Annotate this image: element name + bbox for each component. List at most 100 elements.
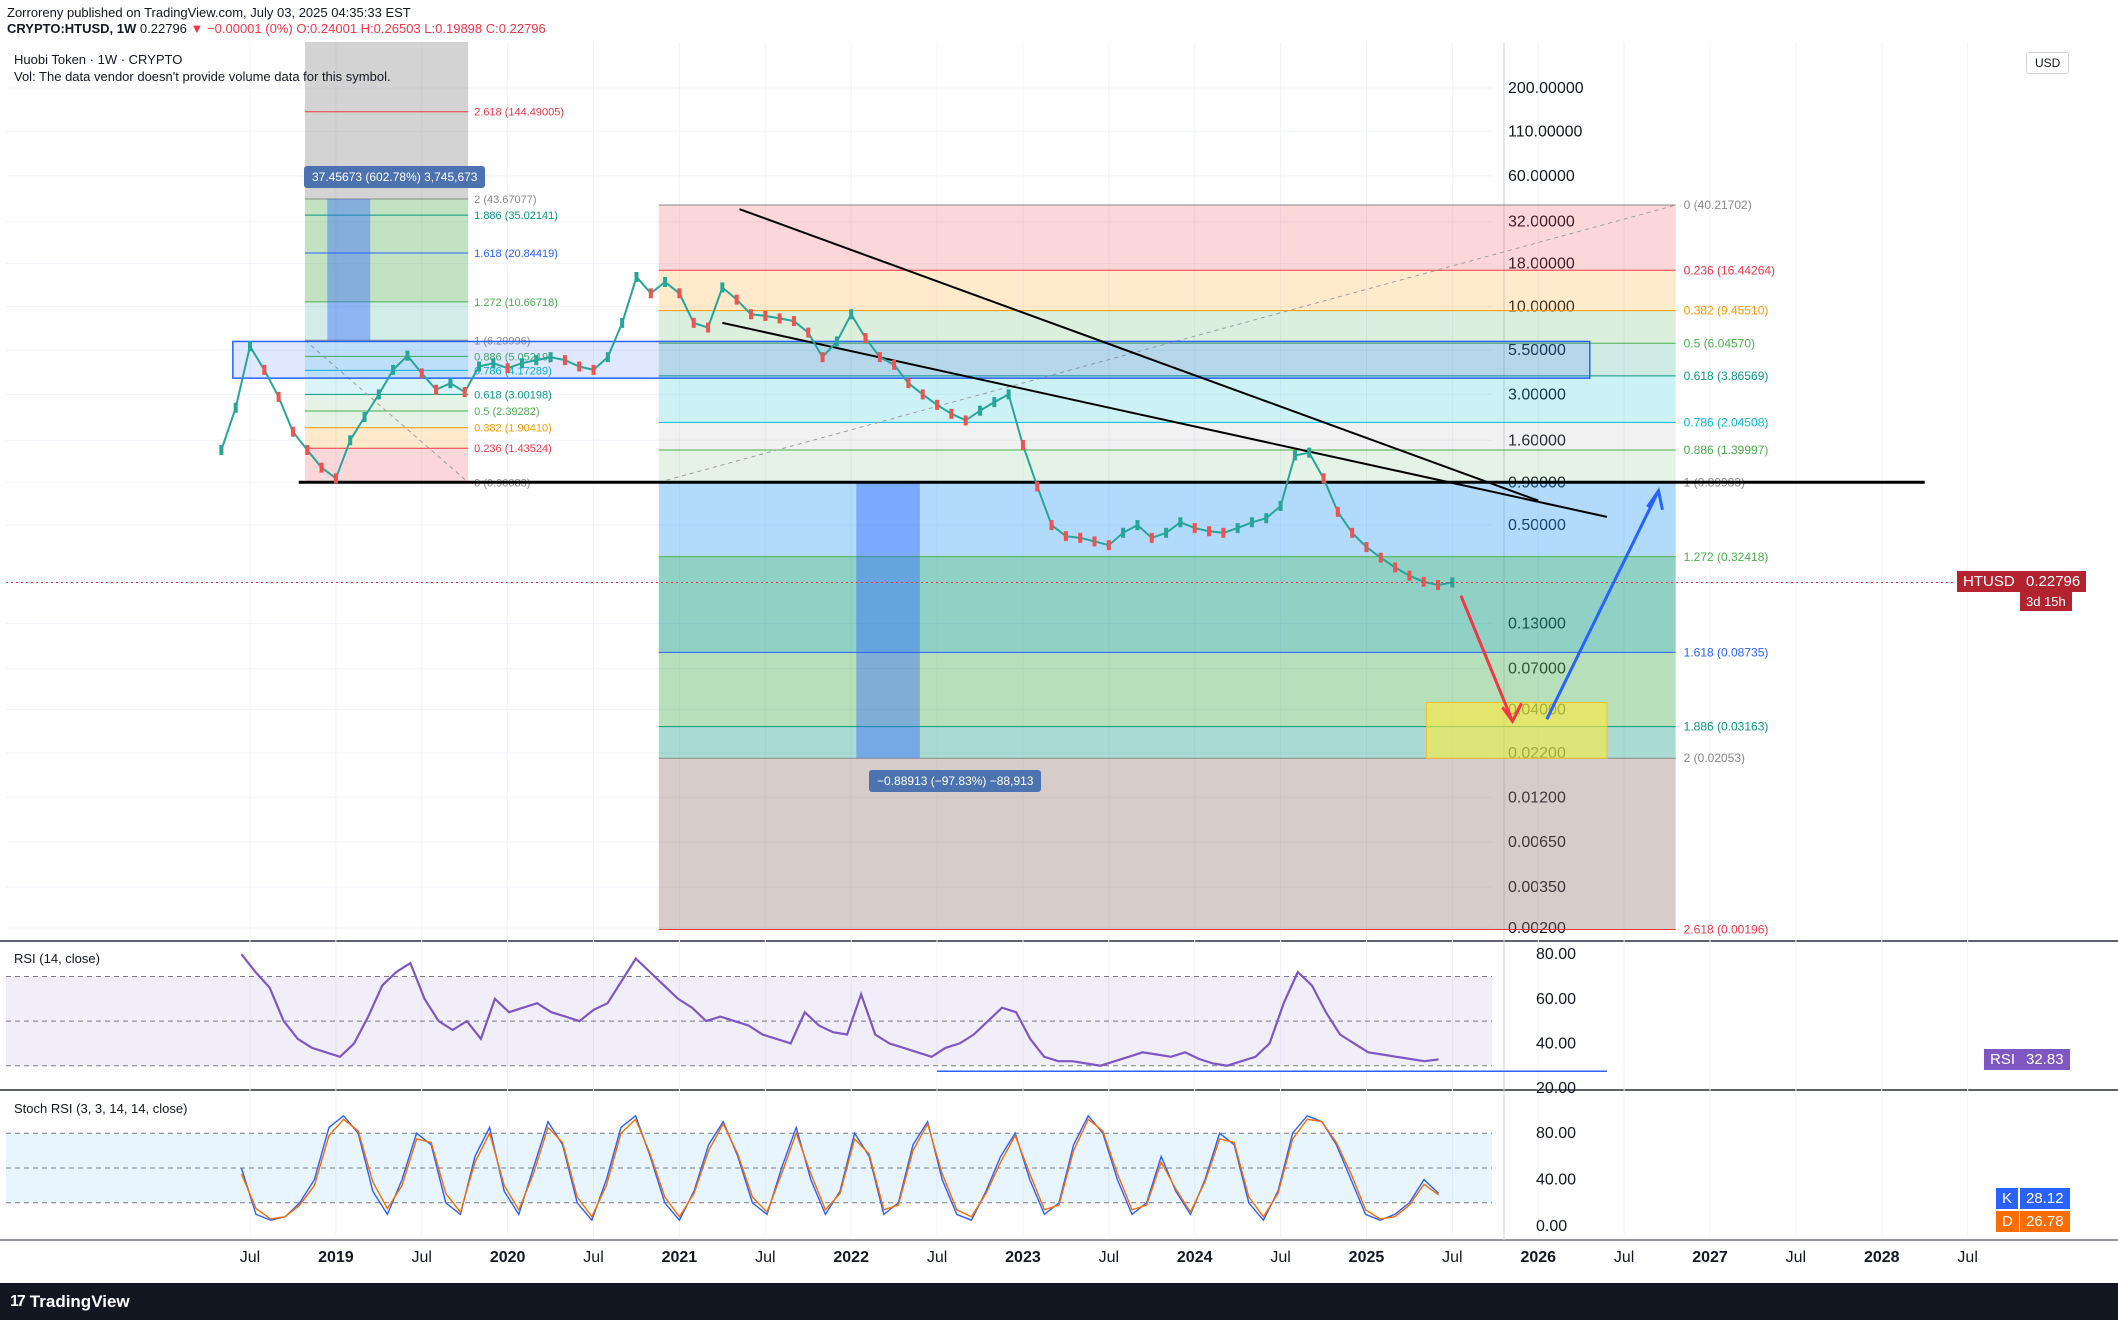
- price-candle: [620, 317, 625, 328]
- time-tick-label: 2022: [833, 1249, 869, 1266]
- price-candle: [1092, 536, 1097, 547]
- price-candle: [305, 445, 310, 456]
- tradingview-logo-icon: 17: [10, 1293, 26, 1310]
- price-candle: [1207, 526, 1212, 537]
- fib-level-label: 1.618 (0.08735): [1684, 645, 1769, 659]
- fib-left-level-label: 1.272 (10.66718): [474, 297, 558, 309]
- price-candle: [219, 445, 224, 456]
- time-tick-label: Jul: [755, 1249, 775, 1266]
- stoch-tick-label: 0.00: [1536, 1218, 1567, 1235]
- time-tick-label: Jul: [240, 1249, 260, 1266]
- fib-left-level-label: 2 (43.67077): [474, 194, 536, 206]
- fib-zone-band: [658, 205, 1676, 271]
- price-candle: [920, 389, 925, 400]
- last-price-tag: 0.22796: [2020, 571, 2087, 592]
- footer-bar: 17 TradingView: [0, 1283, 2118, 1320]
- time-tick-label: 2026: [1520, 1249, 1556, 1266]
- fib-zone-band: [658, 482, 1676, 557]
- fib-left-level-label: 0.382 (1.90410): [474, 423, 552, 435]
- price-candle: [1106, 540, 1111, 551]
- time-tick-label: Jul: [583, 1249, 603, 1266]
- time-tick-label: 2023: [1005, 1249, 1041, 1266]
- time-tick-label: 2021: [662, 1249, 698, 1266]
- price-candle: [1249, 517, 1254, 528]
- time-tick-label: 2025: [1349, 1249, 1385, 1266]
- price-candle: [362, 412, 367, 423]
- price-candle: [1307, 447, 1312, 458]
- fib-left-level-label: 1.886 (35.02141): [474, 210, 558, 222]
- price-candle: [1321, 473, 1326, 484]
- price-candle: [806, 327, 811, 338]
- symbol-price-tag: HTUSD: [1957, 571, 2021, 592]
- chart-canvas[interactable]: 200.00000110.0000060.0000032.0000018.000…: [0, 0, 2118, 1283]
- fib-level-label: 2 (0.02053): [1684, 751, 1745, 765]
- price-candle: [448, 378, 453, 389]
- tradingview-logo[interactable]: 17 TradingView: [10, 1292, 130, 1312]
- price-candle: [1049, 520, 1054, 531]
- fib-zone-left-red: [304, 448, 469, 483]
- price-candle: [262, 364, 267, 375]
- price-candle: [376, 389, 381, 400]
- price-candle: [734, 294, 739, 305]
- tradingview-brand: TradingView: [29, 1292, 130, 1311]
- fib-level-label: 0.618 (3.86569): [1684, 369, 1769, 383]
- rsi-name-tag: RSI: [1984, 1049, 2022, 1070]
- stoch-k-value-tag: 28.12: [2020, 1188, 2070, 1209]
- price-candle: [820, 352, 825, 363]
- fib-zone-left-orange: [304, 427, 469, 449]
- price-candle: [834, 336, 839, 347]
- stoch-rsi-legend: Stoch RSI (3, 3, 14, 14, close): [14, 1101, 188, 1116]
- price-candle: [591, 364, 596, 375]
- price-candle: [405, 350, 410, 361]
- price-candle: [963, 415, 968, 426]
- price-candle: [906, 378, 911, 389]
- price-tick-label: 110.00000: [1508, 124, 1583, 141]
- fib-level-label: 0.5 (6.04570): [1684, 336, 1755, 350]
- time-tick-label: Jul: [1786, 1249, 1806, 1266]
- fib-level-label: 0 (40.21702): [1684, 198, 1752, 212]
- price-candle: [319, 462, 324, 473]
- time-tick-label: Jul: [1614, 1249, 1634, 1266]
- price-tick-label: 60.00000: [1508, 168, 1575, 185]
- price-candle: [1407, 570, 1412, 581]
- price-candle: [1278, 501, 1283, 512]
- time-tick-label: 2020: [490, 1249, 526, 1266]
- price-candle: [777, 313, 782, 324]
- price-candle: [1350, 527, 1355, 538]
- price-candle: [1149, 532, 1154, 543]
- time-tick-label: 2019: [318, 1249, 354, 1266]
- price-candle: [1421, 576, 1426, 587]
- price-candle: [1121, 527, 1126, 538]
- rsi-tick-label: 60.00: [1536, 991, 1576, 1008]
- measure-annotation-down: −0.88913 (−97.83%) −88,913: [869, 770, 1042, 792]
- price-candle: [233, 402, 238, 413]
- time-tick-label: Jul: [1270, 1249, 1290, 1266]
- price-candle: [791, 316, 796, 327]
- volume-note: Vol: The data vendor doesn't provide vol…: [14, 69, 391, 84]
- time-tick-label: 2028: [1864, 1249, 1900, 1266]
- measure-annotation-up: 37.45673 (602.78%) 3,745,673: [304, 166, 486, 188]
- fib-level-label: 0.236 (16.44264): [1684, 263, 1775, 277]
- rsi-tick-label: 20.00: [1536, 1080, 1576, 1097]
- price-candle: [677, 288, 682, 299]
- fib-level-label: 1.272 (0.32418): [1684, 550, 1769, 564]
- time-tick-label: 2024: [1177, 1249, 1213, 1266]
- price-candle: [519, 358, 524, 369]
- measure-down-bar: [856, 482, 920, 759]
- price-candle: [1078, 532, 1083, 543]
- price-candle: [1164, 527, 1169, 538]
- time-tick-label: Jul: [1099, 1249, 1119, 1266]
- price-candle: [763, 310, 768, 321]
- currency-button[interactable]: USD: [2026, 52, 2070, 74]
- fib-left-level-label: 0.236 (1.43524): [474, 443, 552, 455]
- chart-legend-title: Huobi Token · 1W · CRYPTO: [14, 52, 183, 67]
- price-candle: [877, 352, 882, 363]
- price-candle: [992, 397, 997, 408]
- fib-level-label: 0.382 (9.45510): [1684, 304, 1769, 318]
- countdown-tag: 3d 15h: [2020, 592, 2072, 611]
- time-tick-label: 2027: [1692, 1249, 1728, 1266]
- price-candle: [1221, 527, 1226, 538]
- price-candle: [1020, 439, 1025, 450]
- price-candle: [534, 355, 539, 366]
- price-candle: [1264, 513, 1269, 524]
